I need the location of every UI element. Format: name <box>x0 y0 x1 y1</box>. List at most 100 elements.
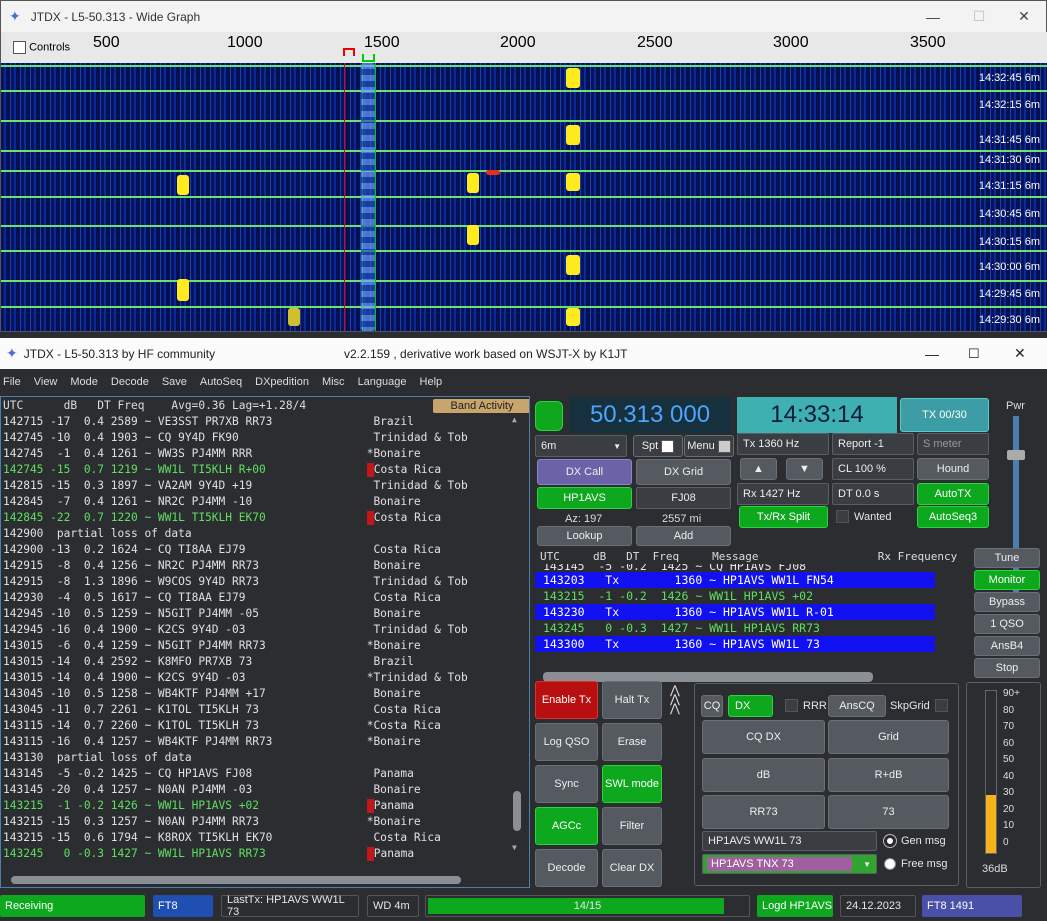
rr73-button[interactable]: RR73 <box>702 795 825 829</box>
minimize-icon[interactable]: — <box>925 346 939 362</box>
seventy-three-button[interactable]: 73 <box>828 795 949 829</box>
hscroll-thumb[interactable] <box>11 876 461 884</box>
decode-row[interactable]: 142915 -8 0.4 1256 ~ NR2C PJ4MM RR73 Bon… <box>1 558 529 574</box>
dx-button[interactable]: DX <box>728 695 773 717</box>
skpgrid-toggle[interactable]: SkpGrid <box>890 699 948 712</box>
menu-help[interactable]: Help <box>420 376 443 388</box>
decode-row[interactable]: 142745 -10 0.4 1903 ~ CQ 9Y4D FK90 Trini… <box>1 430 529 446</box>
menu-misc[interactable]: Misc <box>322 376 345 388</box>
erase-button[interactable]: Erase <box>602 723 662 761</box>
decode-scrollbar[interactable]: ▲ ▼ <box>511 413 525 873</box>
monitor-button[interactable]: Monitor <box>974 570 1040 590</box>
tx-marker[interactable] <box>343 48 355 56</box>
gen-msg-radio-dot[interactable] <box>884 835 896 847</box>
decode-row[interactable]: 142845 -7 0.4 1261 ~ NR2C PJ4MM -10 Bona… <box>1 494 529 510</box>
stop-button[interactable]: Stop <box>974 658 1040 678</box>
decode-row[interactable]: 142900 partial loss of data <box>1 526 529 542</box>
menu-view[interactable]: View <box>34 376 58 388</box>
report-spin[interactable]: Report -1 <box>832 433 914 455</box>
swl-mode-button[interactable]: SWL mode <box>602 765 662 803</box>
enable-tx-button[interactable]: Enable Tx <box>535 681 598 719</box>
decode-row[interactable]: 142945 -16 0.4 1900 ~ K2CS 9Y4D -03 Trin… <box>1 622 529 638</box>
menu-autoseq[interactable]: AutoSeq <box>200 376 242 388</box>
db-button[interactable]: dB <box>702 758 825 792</box>
rx-row[interactable]: 143203 Tx 1360 ~ HP1AVS WW1L FN54 <box>535 572 935 588</box>
bypass-button[interactable]: Bypass <box>974 592 1040 612</box>
decode-hscrollbar[interactable] <box>1 873 529 887</box>
add-button[interactable]: Add <box>636 526 731 546</box>
decode-row[interactable]: 143130 partial loss of data <box>1 750 529 766</box>
tx-rx-split-button[interactable]: Tx/Rx Split <box>739 506 828 528</box>
rrr-checkbox[interactable] <box>785 699 798 712</box>
clear-dx-button[interactable]: Clear DX <box>602 849 662 887</box>
agcc-button[interactable]: AGCc <box>535 807 598 845</box>
dial-frequency[interactable]: 50.313 000 <box>569 397 731 433</box>
dx-call-field[interactable]: HP1AVS <box>537 487 632 509</box>
dt-spin[interactable]: DT 0.0 s <box>832 483 914 505</box>
cq-button[interactable]: CQ <box>701 695 723 717</box>
dx-call-button[interactable]: DX Call <box>537 459 632 485</box>
scroll-thumb[interactable] <box>513 791 521 831</box>
decode-row[interactable]: 142815 -15 0.3 1897 ~ VA2AM 9Y4D +19 Tri… <box>1 478 529 494</box>
grid-button[interactable]: Grid <box>828 720 949 754</box>
decode-row[interactable]: 143115 -16 0.4 1257 ~ WB4KTF PJ4MM RR73 … <box>1 734 529 750</box>
decode-row[interactable]: 142945 -10 0.5 1259 ~ N5GIT PJ4MM -05 Bo… <box>1 606 529 622</box>
cl-spin[interactable]: CL 100 % <box>832 458 914 480</box>
filter-button[interactable]: Filter <box>602 807 662 845</box>
decode-row[interactable]: 143215 -15 0.3 1257 ~ N0AN PJ4MM RR73 *B… <box>1 814 529 830</box>
menu-dxpedition[interactable]: DXpedition <box>255 376 309 388</box>
band-activity-panel[interactable]: UTC dB DT Freq Avg=0.36 Lag=+1.28/4 Band… <box>0 396 530 888</box>
r-db-button[interactable]: R+dB <box>828 758 949 792</box>
autoseq-button[interactable]: AutoSeq3 <box>917 506 989 528</box>
close-icon[interactable]: ✕ <box>1014 345 1026 362</box>
rx-row[interactable]: 143145 -5 -0.2 1425 ~ CQ HP1AVS FJ08 <box>535 564 935 572</box>
power-slider-handle[interactable] <box>1007 450 1025 460</box>
autotx-button[interactable]: AutoTX <box>917 483 989 505</box>
minimize-icon[interactable]: — <box>910 1 956 32</box>
rx-freq-spin[interactable]: Rx 1427 Hz <box>737 483 829 505</box>
tx-counter[interactable]: TX 00/30 <box>900 398 989 432</box>
decode-row[interactable]: 143115 -14 0.7 2260 ~ K1TOL TI5KLH 73 *C… <box>1 718 529 734</box>
freq-up-button[interactable]: ▲ <box>740 458 777 480</box>
rrr-toggle[interactable]: RRR <box>785 699 827 712</box>
decode-row[interactable]: 142715 -17 0.4 2589 ~ VE3SST PR7XB RR73 … <box>1 414 529 430</box>
skpgrid-checkbox[interactable] <box>934 699 948 712</box>
power-slider[interactable] <box>1007 416 1025 596</box>
decode-row[interactable]: 143145 -20 0.4 1257 ~ N0AN PJ4MM -03 Bon… <box>1 782 529 798</box>
menu-mode[interactable]: Mode <box>70 376 98 388</box>
decode-row[interactable]: 143015 -14 0.4 2592 ~ K8MFO PR7XB 73 Bra… <box>1 654 529 670</box>
smeter-field[interactable]: S meter <box>917 433 989 455</box>
maximize-icon[interactable]: ☐ <box>968 346 980 362</box>
free-msg-field[interactable]: HP1AVS TNX 73 ▼ <box>702 854 877 874</box>
decode-row[interactable]: 143015 -14 0.4 1900 ~ K2CS 9Y4D -03 *Tri… <box>1 670 529 686</box>
menu-save[interactable]: Save <box>162 376 187 388</box>
sync-button[interactable]: Sync <box>535 765 598 803</box>
spt-checkbox[interactable] <box>661 439 675 453</box>
halt-tx-button[interactable]: Halt Tx <box>602 681 662 719</box>
decode-row[interactable]: 143045 -11 0.7 2261 ~ K1TOL TI5KLH 73 Co… <box>1 702 529 718</box>
tx-freq-spin[interactable]: Tx 1360 Hz <box>737 433 829 455</box>
wanted-checkbox[interactable] <box>836 510 849 523</box>
one-qso-button[interactable]: 1 QSO <box>974 614 1040 634</box>
decode-row[interactable]: 142845 -22 0.7 1220 ~ WW1L TI5KLH EK70 C… <box>1 510 529 526</box>
ansb4-button[interactable]: AnsB4 <box>974 636 1040 656</box>
band-activity-label[interactable]: Band Activity <box>433 399 529 413</box>
close-icon[interactable]: ✕ <box>1001 1 1047 32</box>
scroll-down-icon[interactable]: ▼ <box>512 843 517 852</box>
rx-row[interactable]: 143300 Tx 1360 ~ HP1AVS WW1L 73 <box>535 636 935 652</box>
log-qso-button[interactable]: Log QSO <box>535 723 598 761</box>
wanted-toggle[interactable]: Wanted <box>836 510 892 523</box>
decode-row[interactable]: 142900 -13 0.2 1624 ~ CQ TI8AA EJ79 Cost… <box>1 542 529 558</box>
dx-grid-button[interactable]: DX Grid <box>636 459 731 485</box>
decode-row[interactable]: 143215 -1 -0.2 1426 ~ WW1L HP1AVS +02 Pa… <box>1 798 529 814</box>
decode-row[interactable]: 143045 -10 0.5 1258 ~ WB4KTF PJ4MM +17 B… <box>1 686 529 702</box>
controls-checkbox[interactable] <box>13 41 26 54</box>
decode-row[interactable]: 142930 -4 0.5 1617 ~ CQ TI8AA EJ79 Costa… <box>1 590 529 606</box>
decode-row[interactable]: 142745 -15 0.7 1219 ~ WW1L TI5KLH R+00 C… <box>1 462 529 478</box>
decode-row[interactable]: 143245 0 -0.3 1427 ~ WW1L HP1AVS RR73 Pa… <box>1 846 529 862</box>
rx-marker[interactable] <box>362 54 375 62</box>
rx-frequency-panel[interactable]: 143145 -5 -0.2 1425 ~ CQ HP1AVS FJ08 1432… <box>535 564 960 684</box>
hound-button[interactable]: Hound <box>917 458 989 480</box>
lookup-button[interactable]: Lookup <box>537 526 632 546</box>
menu-toggle[interactable]: Menu <box>684 435 734 457</box>
